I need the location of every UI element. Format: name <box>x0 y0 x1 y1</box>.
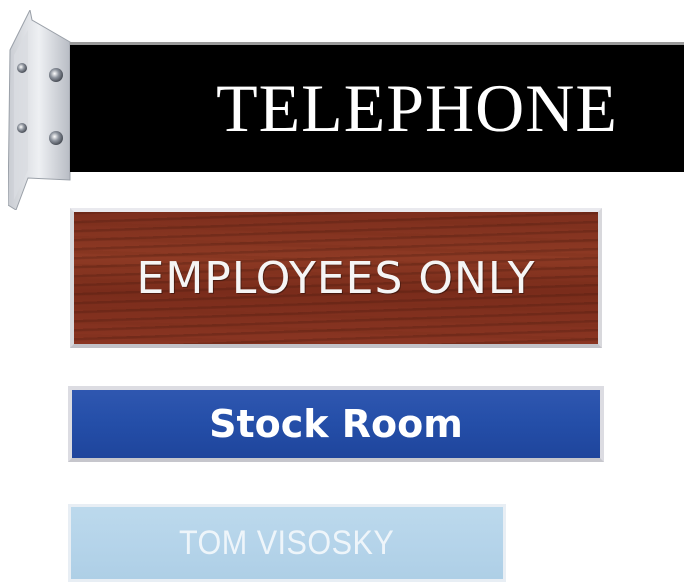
screw-icon <box>49 68 63 82</box>
telephone-sign-text: TELEPHONE <box>216 70 618 146</box>
name-plate-sign-text: TOM VISOSKY <box>179 523 395 562</box>
screw-icon <box>49 131 63 145</box>
stock-room-sign: Stock Room <box>68 386 604 462</box>
screw-icon <box>17 63 27 73</box>
stock-room-sign-text: Stock Room <box>209 402 463 446</box>
name-plate-sign: TOM VISOSKY <box>68 504 506 582</box>
mounting-bracket <box>8 10 71 210</box>
telephone-sign: TELEPHONE <box>70 42 684 172</box>
screw-icon <box>17 123 27 133</box>
employees-only-sign-text: EMPLOYEES ONLY <box>136 252 536 304</box>
employees-only-sign: EMPLOYEES ONLY <box>70 208 602 348</box>
